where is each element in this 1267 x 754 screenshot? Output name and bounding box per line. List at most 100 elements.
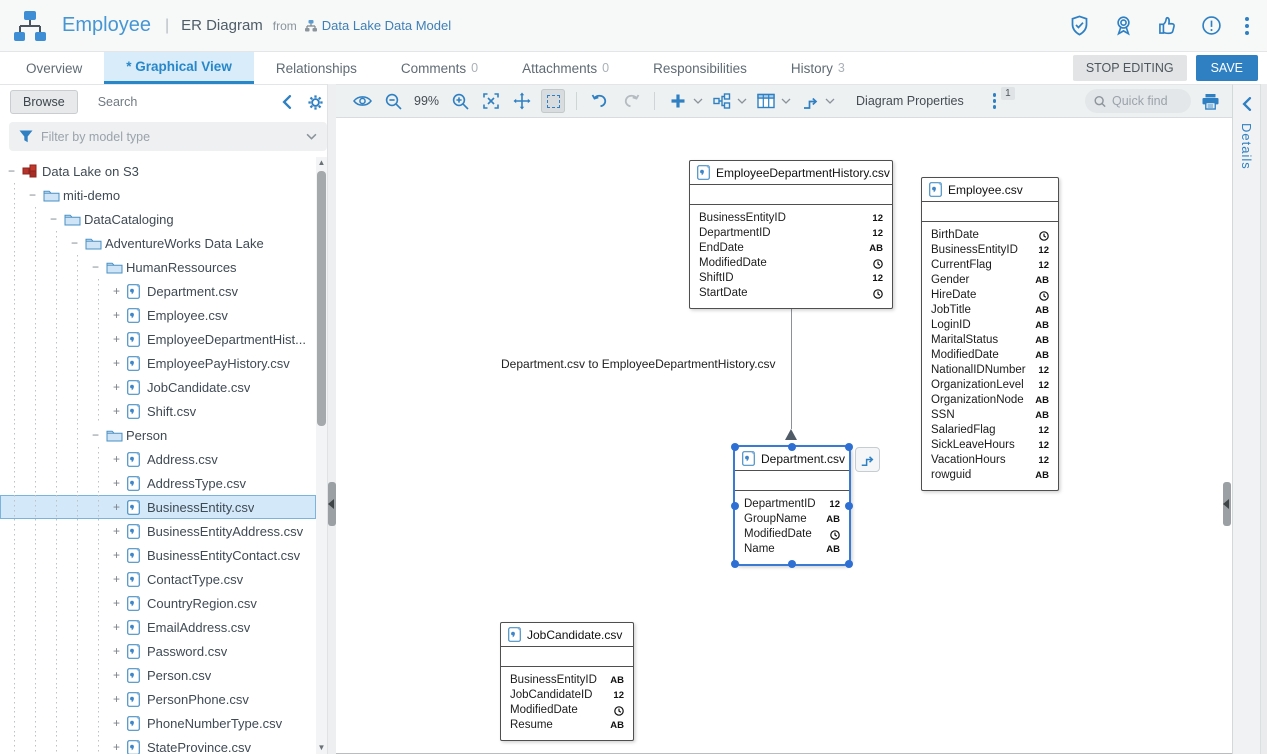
undo-icon[interactable] xyxy=(588,89,612,113)
tab-history[interactable]: History3 xyxy=(769,52,867,84)
entity-column-row[interactable]: ModifiedDate xyxy=(690,256,892,271)
expand-expander-icon[interactable]: + xyxy=(113,644,127,658)
expand-expander-icon[interactable]: + xyxy=(113,500,127,514)
tree-item-businessentitycontact-csv[interactable]: +BusinessEntityContact.csv xyxy=(0,543,316,567)
add-object-dropdown[interactable] xyxy=(666,89,703,113)
toolbar-kebab-menu-icon[interactable]: 1 xyxy=(983,89,1007,113)
entity-column-row[interactable]: BusinessEntityID12 xyxy=(690,211,892,226)
entity-column-row[interactable]: SalariedFlag12 xyxy=(922,423,1058,438)
header-kebab-menu-icon[interactable] xyxy=(1245,17,1249,35)
entity-column-row[interactable]: MaritalStatusAB xyxy=(922,333,1058,348)
model-link[interactable]: Data Lake Data Model xyxy=(322,18,451,33)
stop-editing-button[interactable]: STOP EDITING xyxy=(1073,55,1187,81)
expand-expander-icon[interactable]: + xyxy=(113,524,127,538)
tree-item-emailaddress-csv[interactable]: +EmailAddress.csv xyxy=(0,615,316,639)
details-panel-collapsed[interactable]: Details xyxy=(1232,84,1260,754)
add-relationship-button[interactable] xyxy=(855,447,880,472)
tree-item-businessentity-csv[interactable]: +BusinessEntity.csv xyxy=(0,495,316,519)
expand-expander-icon[interactable]: + xyxy=(113,308,127,322)
entity-column-row[interactable]: BirthDate xyxy=(922,228,1058,243)
selection-handle[interactable] xyxy=(845,443,853,451)
entity-employee-csv[interactable]: Employee.csvBirthDateBusinessEntityID12C… xyxy=(921,177,1059,491)
table-grid-icon[interactable] xyxy=(754,89,778,113)
expand-expander-icon[interactable]: + xyxy=(113,740,127,754)
selection-handle[interactable] xyxy=(731,443,739,451)
entity-column-row[interactable]: OrganizationLevel12 xyxy=(922,378,1058,393)
save-button[interactable]: SAVE xyxy=(1196,55,1258,81)
filter-input[interactable] xyxy=(41,130,298,144)
diagram-properties-button[interactable]: Diagram Properties xyxy=(856,94,964,108)
entity-column-row[interactable]: EndDateAB xyxy=(690,241,892,256)
entity-column-row[interactable]: HireDate xyxy=(922,288,1058,303)
certify-shield-icon[interactable] xyxy=(1069,15,1090,36)
auto-layout-icon[interactable] xyxy=(710,89,734,113)
entity-column-row[interactable]: JobCandidateID12 xyxy=(501,688,633,703)
award-ribbon-icon[interactable] xyxy=(1113,15,1134,36)
tree-item-shift-csv[interactable]: +Shift.csv xyxy=(0,399,316,423)
tree-item-stateprovince-csv[interactable]: +StateProvince.csv xyxy=(0,735,316,754)
details-splitter-handle[interactable] xyxy=(1223,482,1231,526)
entity-column-row[interactable]: BusinessEntityIDAB xyxy=(501,673,633,688)
collapse-expander-icon[interactable]: − xyxy=(50,212,64,226)
entity-column-row[interactable]: GroupNameAB xyxy=(735,512,849,527)
tree-item-businessentityaddress-csv[interactable]: +BusinessEntityAddress.csv xyxy=(0,519,316,543)
entity-title-bar[interactable]: JobCandidate.csv xyxy=(501,623,633,647)
tree-scrollbar[interactable]: ▲ ▼ xyxy=(316,157,327,754)
tab-relationships[interactable]: Relationships xyxy=(254,52,379,84)
expand-expander-icon[interactable]: + xyxy=(113,572,127,586)
redo-icon[interactable] xyxy=(619,89,643,113)
quick-find-input[interactable] xyxy=(1112,94,1182,108)
selection-handle[interactable] xyxy=(845,502,853,510)
expand-expander-icon[interactable]: + xyxy=(113,404,127,418)
gear-icon[interactable] xyxy=(307,94,324,111)
expand-expander-icon[interactable]: + xyxy=(113,548,127,562)
tree-item-jobcandidate-csv[interactable]: +JobCandidate.csv xyxy=(0,375,316,399)
print-icon[interactable] xyxy=(1198,89,1222,113)
selection-handle[interactable] xyxy=(788,560,796,568)
tree-item-countryregion-csv[interactable]: +CountryRegion.csv xyxy=(0,591,316,615)
entity-column-row[interactable]: BusinessEntityID12 xyxy=(922,243,1058,258)
tree-item-datacataloging[interactable]: −DataCataloging xyxy=(0,207,316,231)
tree-item-address-csv[interactable]: +Address.csv xyxy=(0,447,316,471)
collapse-expander-icon[interactable]: − xyxy=(71,236,85,250)
relationship-connector[interactable] xyxy=(791,306,792,429)
entity-department-csv[interactable]: Department.csvDepartmentID12GroupNameABM… xyxy=(733,445,851,566)
tab---graphical-view[interactable]: * Graphical View xyxy=(104,52,254,84)
auto-layout-dropdown[interactable] xyxy=(710,89,747,113)
tree-item-password-csv[interactable]: +Password.csv xyxy=(0,639,316,663)
entity-column-row[interactable]: OrganizationNodeAB xyxy=(922,393,1058,408)
entity-column-row[interactable]: ModifiedDateAB xyxy=(922,348,1058,363)
tree-item-employeedepartmenthist---[interactable]: +EmployeeDepartmentHist... xyxy=(0,327,316,351)
tree-item-employeepayhistory-csv[interactable]: +EmployeePayHistory.csv xyxy=(0,351,316,375)
entity-column-row[interactable]: CurrentFlag12 xyxy=(922,258,1058,273)
tree-item-phonenumbertype-csv[interactable]: +PhoneNumberType.csv xyxy=(0,711,316,735)
entity-column-row[interactable]: rowguidAB xyxy=(922,468,1058,483)
selection-handle[interactable] xyxy=(731,560,739,568)
entity-column-row[interactable]: SickLeaveHours12 xyxy=(922,438,1058,453)
tree-item-person[interactable]: −Person xyxy=(0,423,316,447)
selection-handle[interactable] xyxy=(788,443,796,451)
table-view-dropdown[interactable] xyxy=(754,89,791,113)
expand-expander-icon[interactable]: + xyxy=(113,356,127,370)
entity-column-row[interactable]: DepartmentID12 xyxy=(690,226,892,241)
tab-responsibilities[interactable]: Responsibilities xyxy=(631,52,769,84)
expand-expander-icon[interactable]: + xyxy=(113,716,127,730)
selection-handle[interactable] xyxy=(731,502,739,510)
preview-eye-icon[interactable] xyxy=(350,89,374,113)
entity-column-row[interactable]: DepartmentID12 xyxy=(735,497,849,512)
tree-item-employee-csv[interactable]: +Employee.csv xyxy=(0,303,316,327)
browse-button[interactable]: Browse xyxy=(10,90,78,114)
expand-expander-icon[interactable]: + xyxy=(113,332,127,346)
entity-column-row[interactable]: NationalIDNumber12 xyxy=(922,363,1058,378)
tree-item-data-lake-on-s3[interactable]: −Data Lake on S3 xyxy=(0,159,316,183)
tab-overview[interactable]: Overview xyxy=(4,52,104,84)
zoom-in-icon[interactable] xyxy=(448,89,472,113)
thumbs-up-icon[interactable] xyxy=(1157,15,1178,36)
scroll-up-icon[interactable]: ▲ xyxy=(316,157,327,169)
collapse-expander-icon[interactable]: − xyxy=(92,260,106,274)
tree-item-miti-demo[interactable]: −miti-demo xyxy=(0,183,316,207)
entity-column-row[interactable]: GenderAB xyxy=(922,273,1058,288)
entity-column-row[interactable]: JobTitleAB xyxy=(922,303,1058,318)
tab-comments[interactable]: Comments0 xyxy=(379,52,500,84)
expand-expander-icon[interactable]: + xyxy=(113,620,127,634)
